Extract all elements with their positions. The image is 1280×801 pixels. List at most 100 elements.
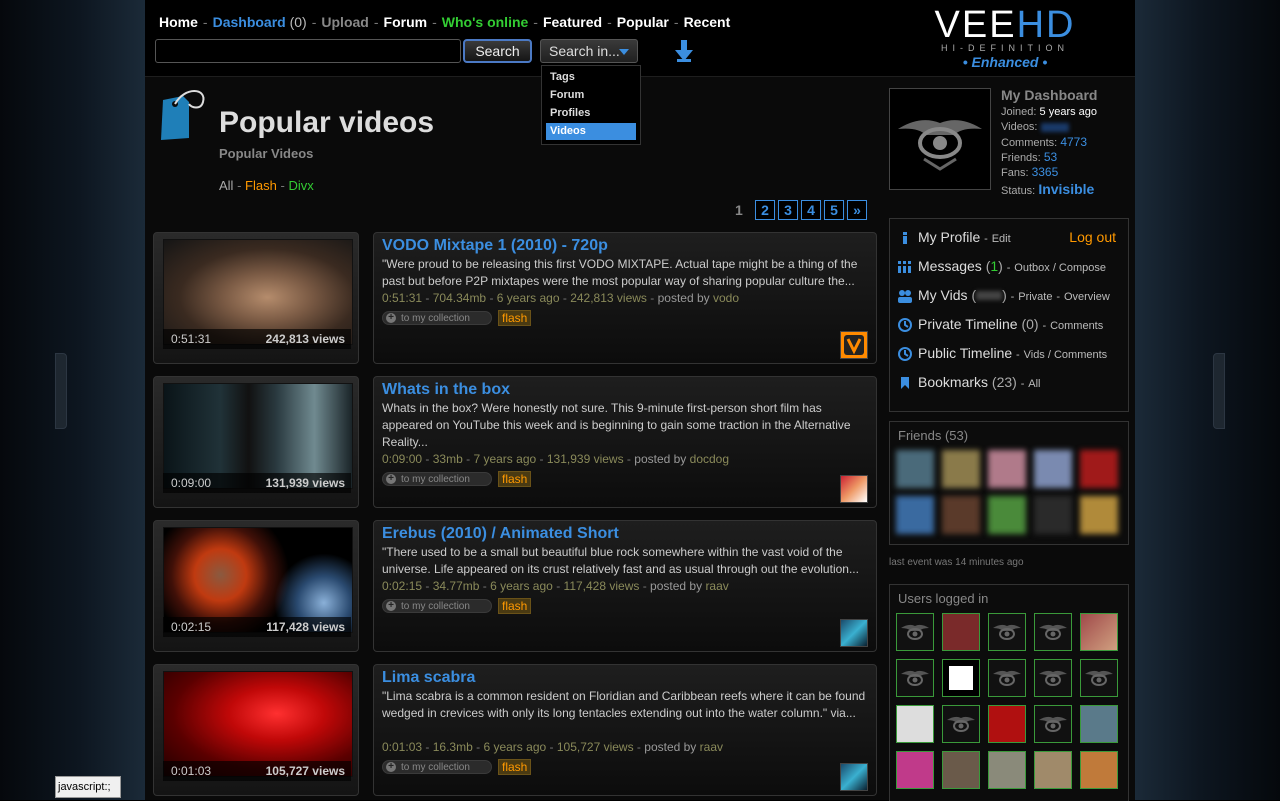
logged-in-user-avatar[interactable] [1034,705,1072,743]
format-badge[interactable]: flash [498,471,532,487]
logged-in-user-avatar[interactable] [896,705,934,743]
search-button[interactable]: Search [463,39,532,63]
fans-value[interactable]: 3365 [1032,165,1059,179]
nav-featured[interactable]: Featured [543,14,602,30]
scope-option-tags[interactable]: Tags [546,69,636,86]
video-thumbnail-box[interactable]: 0:09:00 131,939 views [153,376,359,508]
scope-option-forum[interactable]: Forum [546,87,636,104]
logged-in-user-avatar[interactable] [896,659,934,697]
logged-in-user-avatar[interactable] [942,751,980,789]
logged-in-user-avatar[interactable] [942,705,980,743]
logged-in-user-avatar[interactable] [1034,659,1072,697]
menu-vids-comments-link[interactable]: Vids / Comments [1024,349,1108,361]
dashboard-title[interactable]: My Dashboard [1001,87,1097,103]
add-to-collection-button[interactable]: + to my collection [382,472,492,486]
site-logo[interactable]: VEEHD HI-DEFINITION • Enhanced • [905,6,1105,70]
add-to-collection-button[interactable]: + to my collection [382,599,492,613]
friend-avatar[interactable] [1080,450,1118,488]
uploader-avatar[interactable] [840,331,868,359]
logged-in-user-avatar[interactable] [896,751,934,789]
logged-in-user-avatar[interactable] [1034,613,1072,651]
friend-avatar[interactable] [1034,496,1072,534]
friend-avatar[interactable] [1080,496,1118,534]
nav-recent[interactable]: Recent [684,14,731,30]
menu-bookmarks[interactable]: Bookmarks (23) - All [898,374,1041,390]
arrow-down-icon[interactable] [675,40,693,62]
filter-flash[interactable]: Flash [245,178,277,193]
uploader-avatar[interactable] [840,619,868,647]
user-avatar[interactable] [889,88,991,190]
friends-title[interactable]: Friends (53) [898,428,968,443]
video-uploader[interactable]: vodo [713,291,739,305]
menu-private-timeline[interactable]: Private Timeline (0) - Comments [898,316,1103,333]
video-title[interactable]: Erebus (2010) / Animated Short [382,525,619,543]
page-link-next[interactable]: » [847,200,867,220]
status-value[interactable]: Invisible [1038,181,1094,197]
video-thumbnail-box[interactable]: 0:02:15 117,428 views [153,520,359,652]
video-thumbnail-box[interactable]: 0:51:31 242,813 views [153,232,359,364]
nav-upload[interactable]: Upload [321,14,368,30]
logged-in-user-avatar[interactable] [988,659,1026,697]
friend-avatar[interactable] [988,496,1026,534]
friend-avatar[interactable] [1034,450,1072,488]
filter-all[interactable]: All [219,178,233,193]
left-scroll-tab[interactable] [55,353,67,429]
friend-avatar[interactable] [896,496,934,534]
scope-option-videos[interactable]: Videos [546,123,636,140]
nav-popular[interactable]: Popular [617,14,669,30]
comments-value[interactable]: 4773 [1060,135,1087,149]
page-link-2[interactable]: 2 [755,200,775,220]
nav-dashboard[interactable]: Dashboard [213,14,286,30]
logged-in-user-avatar[interactable] [942,659,980,697]
logged-in-user-avatar[interactable] [1080,659,1118,697]
menu-my-profile[interactable]: My Profile - Edit [898,229,1011,245]
friend-avatar[interactable] [942,450,980,488]
video-uploader[interactable]: raav [700,740,723,754]
format-badge[interactable]: flash [498,759,532,775]
page-link-4[interactable]: 4 [801,200,821,220]
page-link-5[interactable]: 5 [824,200,844,220]
scope-option-profiles[interactable]: Profiles [546,105,636,122]
nav-whos-online[interactable]: Who's online [442,14,529,30]
menu-public-timeline[interactable]: Public Timeline - Vids / Comments [898,345,1108,362]
logged-in-user-avatar[interactable] [1034,751,1072,789]
uploader-avatar[interactable] [840,475,868,503]
video-uploader[interactable]: docdog [690,452,729,466]
nav-home[interactable]: Home [159,14,198,30]
friend-avatar[interactable] [988,450,1026,488]
search-scope-button[interactable]: Search in... [540,39,638,63]
right-scroll-tab[interactable] [1213,353,1225,429]
menu-outbox-link[interactable]: Outbox / Compose [1014,262,1106,274]
video-title[interactable]: Whats in the box [382,381,510,399]
page-link-3[interactable]: 3 [778,200,798,220]
logged-in-user-avatar[interactable] [1080,751,1118,789]
video-title[interactable]: VODO Mixtape 1 (2010) - 720p [382,237,608,255]
menu-all-link[interactable]: All [1028,378,1040,390]
friends-value[interactable]: 53 [1044,150,1057,164]
menu-private-link[interactable]: Private [1018,291,1052,303]
search-input[interactable] [155,39,461,63]
video-title[interactable]: Lima scabra [382,669,475,687]
logged-in-user-avatar[interactable] [988,751,1026,789]
menu-my-vids[interactable]: My Vids () - Private - Overview [898,287,1110,304]
menu-messages[interactable]: Messages (1) - Outbox / Compose [898,258,1106,274]
friend-avatar[interactable] [942,496,980,534]
logged-in-user-avatar[interactable] [988,613,1026,651]
format-badge[interactable]: flash [498,598,532,614]
add-to-collection-button[interactable]: + to my collection [382,760,492,774]
add-to-collection-button[interactable]: + to my collection [382,311,492,325]
friend-avatar[interactable] [896,450,934,488]
menu-edit-link[interactable]: Edit [992,233,1011,245]
filter-divx[interactable]: Divx [288,178,313,193]
logged-in-user-avatar[interactable] [988,705,1026,743]
nav-forum[interactable]: Forum [384,14,428,30]
format-badge[interactable]: flash [498,310,532,326]
logged-in-user-avatar[interactable] [896,613,934,651]
logged-in-user-avatar[interactable] [1080,705,1118,743]
logged-in-user-avatar[interactable] [1080,613,1118,651]
menu-overview-link[interactable]: Overview [1064,291,1110,303]
video-thumbnail-box[interactable]: 0:01:03 105,727 views [153,664,359,796]
menu-comments-link[interactable]: Comments [1050,320,1103,332]
uploader-avatar[interactable] [840,763,868,791]
logged-in-user-avatar[interactable] [942,613,980,651]
